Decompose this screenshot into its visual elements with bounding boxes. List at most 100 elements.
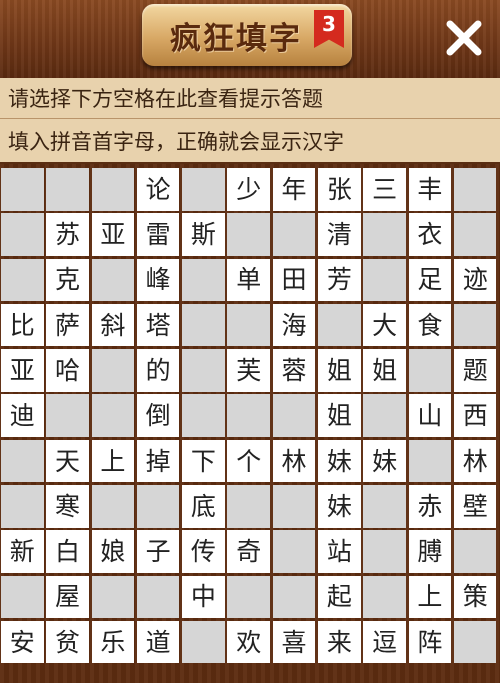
- grid-cell-empty[interactable]: [1, 168, 44, 211]
- grid-cell-filled[interactable]: 屋: [46, 575, 89, 619]
- grid-cell-filled[interactable]: 比: [1, 303, 44, 347]
- grid-cell-filled[interactable]: 传: [182, 530, 225, 573]
- grid-cell-filled[interactable]: 西: [453, 394, 497, 437]
- grid-cell-empty[interactable]: [1, 258, 44, 302]
- grid-cell-filled[interactable]: 亚: [91, 213, 135, 256]
- grid-cell-filled[interactable]: 子: [136, 530, 180, 573]
- grid-cell-filled[interactable]: 乐: [91, 620, 135, 664]
- grid-cell-filled[interactable]: 姐: [363, 349, 406, 392]
- grid-cell-empty[interactable]: [91, 168, 135, 211]
- grid-cell-empty[interactable]: [46, 394, 89, 437]
- grid-cell-filled[interactable]: 斜: [91, 303, 135, 347]
- grid-cell-filled[interactable]: 题: [453, 349, 497, 392]
- grid-cell-empty[interactable]: [363, 394, 406, 437]
- grid-cell-filled[interactable]: 哈: [46, 349, 89, 392]
- grid-cell-empty[interactable]: [136, 485, 180, 528]
- grid-cell-filled[interactable]: 贫: [46, 620, 89, 664]
- grid-cell-filled[interactable]: 个: [227, 439, 270, 483]
- grid-cell-filled[interactable]: 年: [272, 168, 316, 211]
- grid-cell-empty[interactable]: [318, 303, 361, 347]
- grid-cell-filled[interactable]: 妹: [363, 439, 406, 483]
- grid-cell-filled[interactable]: 上: [91, 439, 135, 483]
- grid-cell-filled[interactable]: 起: [318, 575, 361, 619]
- grid-cell-empty[interactable]: [182, 394, 225, 437]
- grid-cell-filled[interactable]: 田: [272, 258, 316, 302]
- grid-cell-filled[interactable]: 策: [453, 575, 497, 619]
- grid-cell-filled[interactable]: 萨: [46, 303, 89, 347]
- grid-cell-empty[interactable]: [227, 394, 270, 437]
- grid-cell-empty[interactable]: [182, 258, 225, 302]
- grid-cell-filled[interactable]: 姐: [318, 349, 361, 392]
- grid-cell-empty[interactable]: [363, 530, 406, 573]
- grid-cell-filled[interactable]: 喜: [272, 620, 316, 664]
- grid-cell-filled[interactable]: 山: [408, 394, 452, 437]
- grid-cell-empty[interactable]: [453, 303, 497, 347]
- grid-cell-filled[interactable]: 林: [453, 439, 497, 483]
- grid-cell-filled[interactable]: 亚: [1, 349, 44, 392]
- grid-cell-empty[interactable]: [272, 394, 316, 437]
- grid-cell-empty[interactable]: [363, 213, 406, 256]
- grid-cell-empty[interactable]: [1, 485, 44, 528]
- grid-cell-filled[interactable]: 天: [46, 439, 89, 483]
- grid-cell-empty[interactable]: [453, 530, 497, 573]
- grid-cell-empty[interactable]: [227, 213, 270, 256]
- grid-cell-empty[interactable]: [46, 168, 89, 211]
- grid-cell-filled[interactable]: 衣: [408, 213, 452, 256]
- grid-cell-empty[interactable]: [182, 349, 225, 392]
- grid-cell-empty[interactable]: [453, 213, 497, 256]
- grid-cell-filled[interactable]: 奇: [227, 530, 270, 573]
- grid-cell-empty[interactable]: [272, 213, 316, 256]
- grid-cell-filled[interactable]: 苏: [46, 213, 89, 256]
- grid-cell-empty[interactable]: [408, 349, 452, 392]
- grid-cell-filled[interactable]: 阵: [408, 620, 452, 664]
- grid-cell-filled[interactable]: 峰: [136, 258, 180, 302]
- grid-cell-filled[interactable]: 上: [408, 575, 452, 619]
- grid-cell-filled[interactable]: 下: [182, 439, 225, 483]
- grid-cell-filled[interactable]: 来: [318, 620, 361, 664]
- grid-cell-filled[interactable]: 塔: [136, 303, 180, 347]
- grid-cell-empty[interactable]: [91, 485, 135, 528]
- grid-cell-filled[interactable]: 克: [46, 258, 89, 302]
- grid-cell-filled[interactable]: 底: [182, 485, 225, 528]
- grid-cell-filled[interactable]: 安: [1, 620, 44, 664]
- grid-cell-filled[interactable]: 寒: [46, 485, 89, 528]
- grid-cell-filled[interactable]: 单: [227, 258, 270, 302]
- grid-cell-filled[interactable]: 食: [408, 303, 452, 347]
- grid-cell-filled[interactable]: 海: [272, 303, 316, 347]
- grid-cell-empty[interactable]: [1, 213, 44, 256]
- grid-cell-filled[interactable]: 妹: [318, 439, 361, 483]
- grid-cell-filled[interactable]: 雷: [136, 213, 180, 256]
- grid-cell-filled[interactable]: 站: [318, 530, 361, 573]
- grid-cell-empty[interactable]: [408, 439, 452, 483]
- grid-cell-empty[interactable]: [91, 575, 135, 619]
- grid-cell-empty[interactable]: [227, 485, 270, 528]
- grid-cell-filled[interactable]: 斯: [182, 213, 225, 256]
- grid-cell-filled[interactable]: 论: [136, 168, 180, 211]
- grid-cell-filled[interactable]: 芙: [227, 349, 270, 392]
- grid-cell-filled[interactable]: 迹: [453, 258, 497, 302]
- grid-cell-empty[interactable]: [272, 575, 316, 619]
- grid-cell-filled[interactable]: 蓉: [272, 349, 316, 392]
- grid-cell-empty[interactable]: [227, 575, 270, 619]
- grid-cell-empty[interactable]: [182, 303, 225, 347]
- grid-cell-filled[interactable]: 逗: [363, 620, 406, 664]
- grid-cell-filled[interactable]: 中: [182, 575, 225, 619]
- grid-cell-empty[interactable]: [91, 349, 135, 392]
- grid-cell-filled[interactable]: 娘: [91, 530, 135, 573]
- grid-cell-filled[interactable]: 赤: [408, 485, 452, 528]
- grid-cell-empty[interactable]: [272, 530, 316, 573]
- grid-cell-filled[interactable]: 倒: [136, 394, 180, 437]
- grid-cell-filled[interactable]: 清: [318, 213, 361, 256]
- grid-cell-empty[interactable]: [453, 168, 497, 211]
- grid-cell-filled[interactable]: 新: [1, 530, 44, 573]
- grid-cell-empty[interactable]: [272, 485, 316, 528]
- close-button[interactable]: [440, 14, 488, 62]
- grid-cell-empty[interactable]: [1, 575, 44, 619]
- grid-cell-filled[interactable]: 三: [363, 168, 406, 211]
- grid-cell-filled[interactable]: 欢: [227, 620, 270, 664]
- grid-cell-empty[interactable]: [136, 575, 180, 619]
- grid-cell-filled[interactable]: 白: [46, 530, 89, 573]
- grid-cell-filled[interactable]: 张: [318, 168, 361, 211]
- grid-cell-empty[interactable]: [363, 575, 406, 619]
- grid-cell-filled[interactable]: 少: [227, 168, 270, 211]
